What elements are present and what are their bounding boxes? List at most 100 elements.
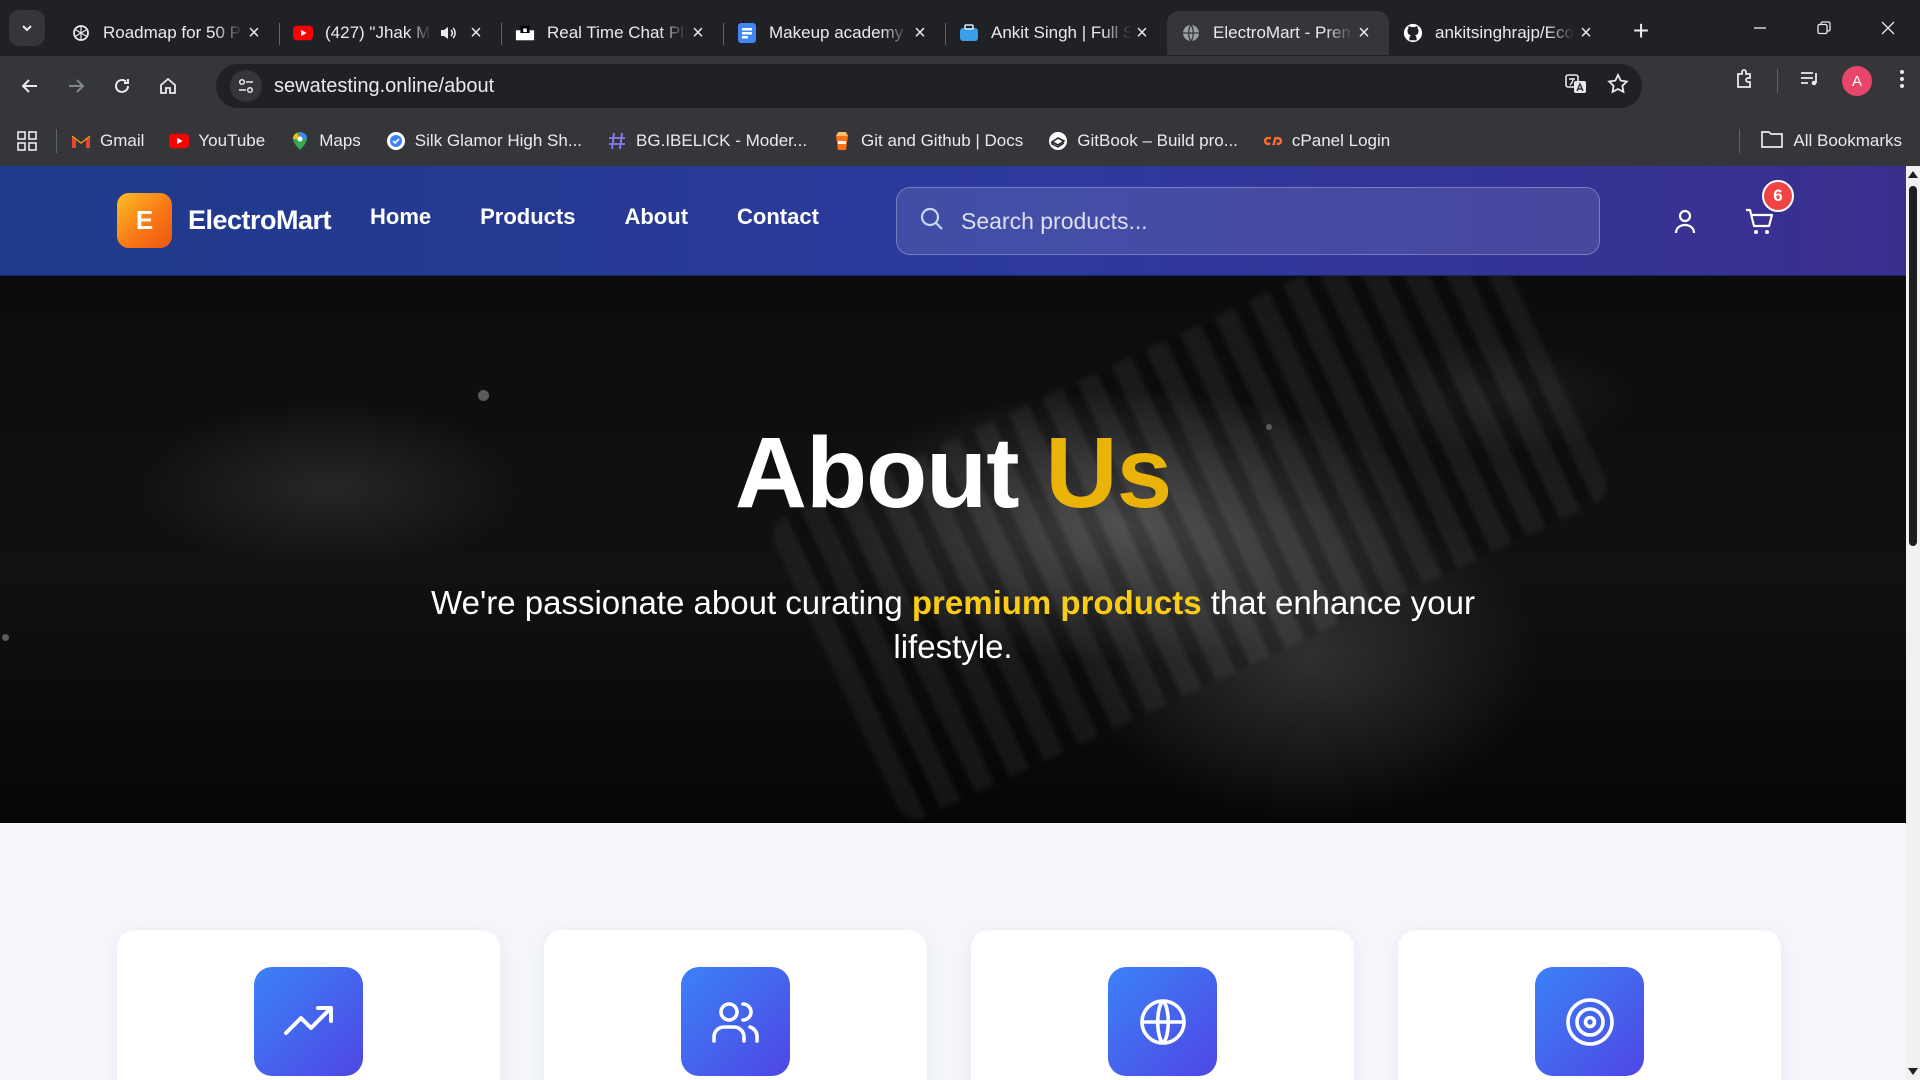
close-icon[interactable]: × [687,22,709,44]
browser-tab-active[interactable]: ElectroMart - Premium × [1167,11,1389,55]
site-logo[interactable]: E ElectroMart [117,193,332,248]
home-button[interactable] [148,66,188,106]
browser-tab-strip: Roadmap for 50 Projects × (427) "Jhak Ma… [0,0,1920,56]
hash-icon [607,131,627,151]
home-icon [160,77,176,94]
restore-button[interactable] [1792,0,1856,56]
nav-link-about[interactable]: About [624,204,688,230]
star-icon[interactable] [1606,72,1630,101]
site-info-button[interactable] [230,70,262,102]
scroll-up-icon[interactable] [1908,171,1918,178]
feature-card [117,930,500,1080]
back-button[interactable] [10,66,50,106]
browser-tab[interactable]: Makeup academy × [723,11,945,55]
github-icon [1403,23,1423,43]
scroll-down-icon[interactable] [1908,1068,1918,1075]
feature-icon-box [254,967,363,1076]
tab-title: (427) "Jhak Maar Ke" [325,23,431,42]
browser-toolbar: sewatesting.online/about A [0,56,1920,116]
browser-tab[interactable]: Ankit Singh | Full Stack × [945,11,1167,55]
bookmark-cpanel[interactable]: cPanel Login [1263,131,1390,151]
arrow-right-icon [69,79,85,93]
brand-name: ElectroMart [188,205,332,235]
bookmark-git-github[interactable]: Git and Github | Docs [832,131,1023,151]
close-icon[interactable]: × [1575,22,1597,44]
scrollbar-thumb[interactable] [1909,186,1917,546]
users-icon [711,1001,759,1043]
close-window-button[interactable] [1856,0,1920,56]
bookmark-label: cPanel Login [1291,131,1391,150]
forms-icon [737,23,757,43]
speaker-icon[interactable] [439,25,457,41]
gitbook-icon [1048,131,1068,151]
extensions-icon[interactable] [1733,67,1757,96]
bookmarks-divider [1739,129,1740,153]
bookmark-label: Git and Github | Docs [861,131,1024,150]
address-bar[interactable]: sewatesting.online/about [216,64,1642,108]
browser-tab[interactable]: Roadmap for 50 Projects × [57,11,279,55]
search-input[interactable] [961,207,1561,235]
all-bookmarks-button[interactable]: All Bookmarks [1761,130,1902,153]
nav-link-products[interactable]: Products [480,204,575,230]
tab-list: Roadmap for 50 Projects × (427) "Jhak Ma… [57,0,1611,56]
reload-icon [115,78,129,93]
feature-icon-box [1535,967,1644,1076]
nav-link-home[interactable]: Home [370,204,431,230]
feature-card [544,930,927,1080]
close-icon[interactable]: × [909,22,931,44]
tab-title: ElectroMart - Premium [1213,23,1353,42]
more-vert-icon[interactable] [1892,67,1912,96]
tab-title: Ankit Singh | Full Stack [991,23,1131,42]
hero-subtitle: We're passionate about curating premium … [430,581,1476,669]
nav-link-contact[interactable]: Contact [737,204,819,230]
toolbar-actions: A [1733,66,1912,96]
minimize-icon [1754,27,1766,29]
bookmarks-bar: Gmail YouTube Maps Silk Glamor High Sh..… [0,116,1920,166]
decorative-dot [478,390,489,401]
profile-avatar[interactable]: A [1842,66,1872,96]
search-icon [919,206,945,237]
browser-tab[interactable]: Real Time Chat Platform × [501,11,723,55]
maps-icon [290,131,310,151]
web-page: E ElectroMart Home Products About Contac… [0,166,1906,1080]
page-scrollbar[interactable] [1906,166,1920,1080]
bookmark-gitbook[interactable]: GitBook – Build pro... [1048,131,1238,151]
bookmark-gmail[interactable]: Gmail [71,131,144,151]
title-main: About [734,417,1020,529]
tab-title: Real Time Chat Platform [547,23,687,42]
title-accent: Us [1045,417,1172,529]
bookmark-youtube[interactable]: YouTube [169,131,265,151]
reload-button[interactable] [102,66,142,106]
bookmark-label: BG.IBELICK - Moder... [636,131,808,150]
bookmark-maps[interactable]: Maps [290,131,361,151]
bookmarks-divider [56,129,57,153]
cpanel-icon [1263,131,1283,151]
bookmark-bg-ibelick[interactable]: BG.IBELICK - Moder... [607,131,807,151]
close-icon[interactable]: × [1131,22,1153,44]
forward-button[interactable] [56,66,96,106]
minimize-button[interactable] [1728,0,1792,56]
chatgpt-icon [71,23,91,43]
account-button[interactable] [1670,206,1700,236]
close-icon[interactable]: × [465,22,487,44]
close-icon[interactable]: × [243,22,265,44]
globe-icon [1139,998,1186,1045]
close-icon[interactable]: × [1353,22,1375,44]
decorative-dot [2,634,9,641]
media-control-icon[interactable] [1798,67,1822,96]
apps-grid-icon[interactable] [16,130,38,152]
url-text[interactable]: sewatesting.online/about [274,75,494,98]
bookmark-label: YouTube [198,131,266,150]
translate-icon[interactable] [1564,72,1588,101]
toolbar-divider [1777,69,1778,93]
tab-search-button[interactable] [9,10,45,46]
browser-tab[interactable]: ankitsinghrajp/Ecommerce × [1389,11,1611,55]
page-title: About Us [0,416,1906,531]
tune-icon [238,78,254,94]
new-tab-button[interactable]: + [1623,13,1659,49]
cart-count-badge: 6 [1762,180,1794,212]
plus-icon: + [1632,15,1650,46]
browser-tab[interactable]: (427) "Jhak Maar Ke" × [279,11,501,55]
user-icon [1674,209,1696,234]
bookmark-silk-glamor[interactable]: Silk Glamor High Sh... [386,131,582,151]
